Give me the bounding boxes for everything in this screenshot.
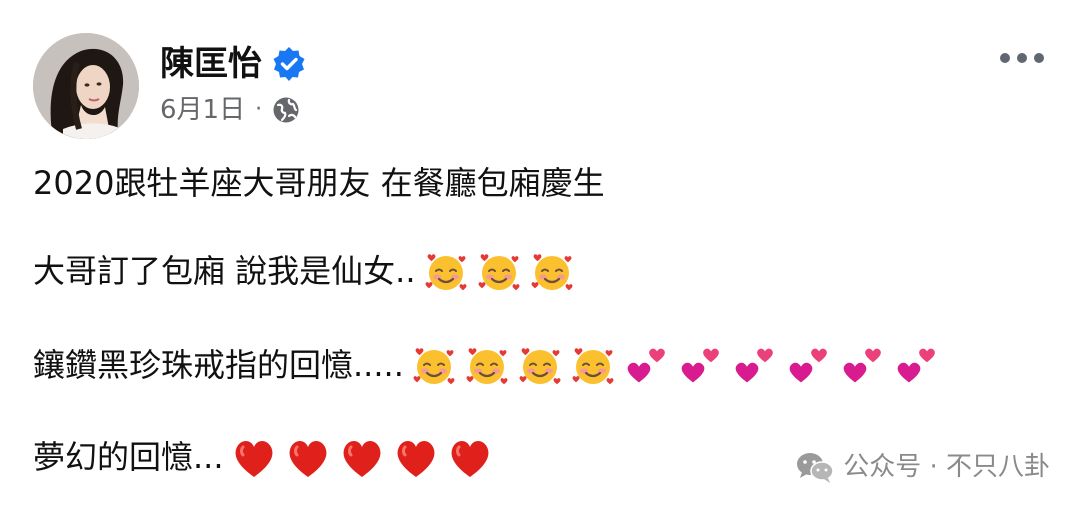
two-hearts-icon: [789, 348, 827, 383]
post-line-text: 鑲鑽黑珍珠戒指的回憶.....: [33, 346, 404, 384]
two-hearts-icon: [627, 348, 665, 383]
smiling-face-with-hearts-icon: [572, 348, 614, 385]
post-line-4: 夢幻的回憶...: [33, 433, 494, 481]
meta-separator: ·: [255, 97, 263, 122]
more-dot: [1017, 53, 1027, 63]
emoji-group: [404, 341, 940, 389]
avatar[interactable]: [33, 33, 139, 139]
two-hearts-icon: [681, 348, 719, 383]
watermark: 公众号 · 不只八卦: [795, 449, 1050, 485]
post-line-2: 大哥訂了包廂 說我是仙女..: [33, 247, 575, 295]
emoji-group: [224, 433, 494, 481]
author-name-text[interactable]: 陳匡怡: [160, 42, 262, 86]
two-hearts-icon: [735, 348, 773, 383]
more-dot: [1034, 53, 1044, 63]
smiling-face-with-hearts-icon: [478, 254, 520, 291]
author-name[interactable]: 陳匡怡: [160, 42, 306, 86]
post-line-text: 大哥訂了包廂 說我是仙女..: [33, 252, 416, 290]
post-line-1: 2020跟牡羊座大哥朋友 在餐廳包廂慶生: [33, 160, 605, 206]
post-date[interactable]: 6月1日: [160, 92, 245, 128]
red-heart-icon: [235, 441, 272, 477]
watermark-text: 公众号 · 不只八卦: [843, 452, 1050, 482]
emoji-group: [416, 247, 575, 295]
red-heart-icon: [397, 441, 434, 477]
verified-badge-icon: [273, 47, 305, 81]
post-line-text: 夢幻的回憶...: [33, 438, 224, 476]
red-heart-icon: [289, 441, 326, 477]
more-options-icon[interactable]: [1000, 46, 1044, 70]
post-line-text: 2020跟牡羊座大哥朋友 在餐廳包廂慶生: [33, 164, 605, 202]
smiling-face-with-hearts-icon: [531, 254, 573, 291]
post-meta: 6月1日 ·: [160, 92, 300, 128]
smiling-face-with-hearts-icon: [466, 348, 508, 385]
smiling-face-with-hearts-icon: [519, 348, 561, 385]
two-hearts-icon: [843, 348, 881, 383]
more-dot: [1000, 53, 1010, 63]
red-heart-icon: [451, 441, 488, 477]
globe-icon[interactable]: [272, 96, 300, 124]
two-hearts-icon: [897, 348, 935, 383]
red-heart-icon: [343, 441, 380, 477]
smiling-face-with-hearts-icon: [413, 348, 455, 385]
smiling-face-with-hearts-icon: [425, 254, 467, 291]
post-line-3: 鑲鑽黑珍珠戒指的回憶.....: [33, 341, 940, 389]
wechat-icon: [797, 453, 834, 483]
facebook-post: 陳匡怡 6月1日 · 2020跟牡羊座大哥朋友 在餐廳包廂慶生 大哥訂了包廂 說…: [0, 0, 1080, 509]
avatar-photo: [33, 33, 139, 139]
